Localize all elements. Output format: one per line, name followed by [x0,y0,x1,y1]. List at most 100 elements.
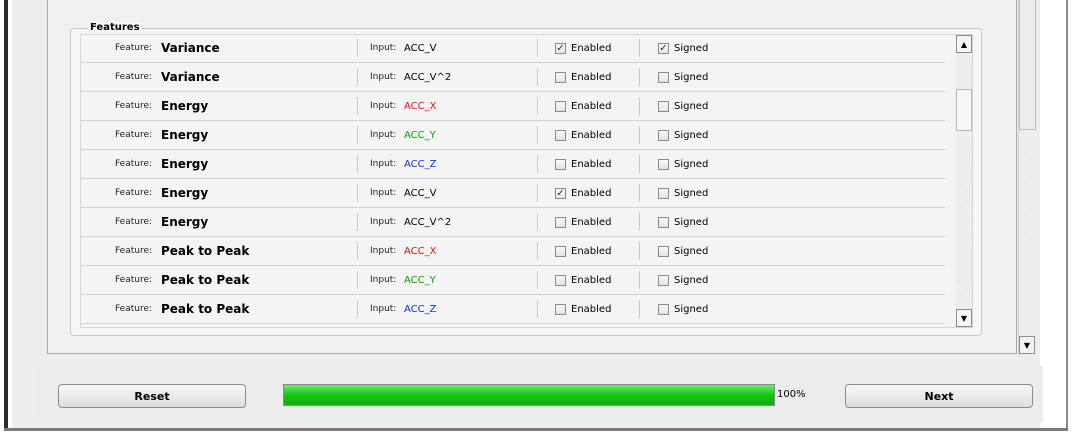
column-separator [357,97,358,115]
signed-checkbox[interactable]: Signed [658,121,708,149]
signed-checkbox[interactable]: Signed [658,179,708,207]
feature-prefix-label: Feature: [115,72,153,82]
column-separator [639,126,640,144]
enabled-checkbox[interactable]: Enabled [555,63,611,91]
signed-checkbox[interactable]: Signed [658,237,708,265]
signed-checkbox[interactable]: Signed [658,295,708,323]
checkbox-empty-icon[interactable] [555,158,566,170]
column-separator [357,126,358,144]
feature-prefix-label: Feature: [115,304,153,314]
column-separator [537,213,538,231]
signed-checkbox[interactable]: Signed [658,208,708,236]
checkbox-empty-icon[interactable] [658,274,669,286]
signed-label: Signed [674,158,709,170]
checkbox-empty-icon[interactable] [555,245,566,257]
enabled-checkbox[interactable]: Enabled [555,208,611,236]
column-separator [537,300,538,318]
enabled-checkbox[interactable]: ✓ Enabled [555,179,611,207]
enabled-checkbox[interactable]: Enabled [555,121,611,149]
column-separator [639,97,640,115]
column-separator [639,184,640,202]
checkbox-empty-icon[interactable] [555,303,566,315]
feature-input: ACC_V [404,42,437,54]
checkbox-empty-icon[interactable] [658,187,669,199]
column-separator [357,39,358,57]
checkbox-empty-icon[interactable] [555,129,566,141]
feature-prefix-label: Feature: [115,246,153,256]
column-separator [537,242,538,260]
signed-label: Signed [674,274,709,286]
features-list-scrollbar[interactable]: ▲ ▼ [956,35,972,327]
signed-label: Signed [674,100,709,112]
feature-prefix-label: Feature: [115,43,153,53]
feature-name: Energy [161,186,209,200]
progress-percent: 100% [777,389,806,400]
checkbox-empty-icon[interactable] [555,216,566,228]
feature-input: ACC_V [404,187,437,199]
reset-button[interactable]: Reset [58,384,246,408]
feature-input: ACC_X [404,100,437,112]
feature-name: Energy [161,215,209,229]
window-right-edge [1066,0,1068,430]
checkbox-empty-icon[interactable] [658,216,669,228]
column-separator [639,39,640,57]
checkmark-icon[interactable]: ✓ [555,42,566,54]
scroll-up-arrow-icon[interactable]: ▲ [956,35,972,53]
checkbox-empty-icon[interactable] [555,100,566,112]
enabled-checkbox[interactable]: Enabled [555,150,611,178]
feature-name: Energy [161,157,209,171]
scroll-down-arrow-icon[interactable]: ▼ [956,309,972,327]
feature-row: Feature: Energy Input: ACC_X Enabled Signed [81,92,945,121]
feature-input: ACC_Z [404,158,437,170]
column-separator [639,68,640,86]
enabled-checkbox[interactable]: Enabled [555,295,611,323]
checkbox-empty-icon[interactable] [555,274,566,286]
feature-name: Peak to Peak [161,273,250,287]
column-separator [537,39,538,57]
column-separator [357,155,358,173]
checkmark-icon[interactable]: ✓ [555,187,566,199]
outer-scroll-down-icon[interactable]: ▼ [1019,336,1035,354]
column-separator [639,155,640,173]
column-separator [537,68,538,86]
feature-input: ACC_V^2 [404,71,452,83]
feature-row: Feature: Variance Input: ACC_V ✓ Enabled ✓ Sign… [81,35,945,63]
features-scrollbar-thumb[interactable] [956,89,972,131]
signed-label: Signed [674,187,709,199]
signed-checkbox[interactable]: Signed [658,63,708,91]
checkbox-empty-icon[interactable] [555,71,566,83]
checkmark-icon[interactable]: ✓ [658,42,669,54]
enabled-checkbox[interactable]: Enabled [555,266,611,294]
signed-label: Signed [674,245,709,257]
enabled-label: Enabled [571,245,612,257]
checkbox-empty-icon[interactable] [658,71,669,83]
enabled-checkbox[interactable]: ✓ Enabled [555,35,611,62]
signed-checkbox[interactable]: Signed [658,92,708,120]
next-button[interactable]: Next [845,384,1033,408]
checkbox-empty-icon[interactable] [658,158,669,170]
feature-row: Feature: Energy Input: ACC_V ✓ Enabled Signed [81,179,945,208]
feature-name: Energy [161,99,209,113]
signed-checkbox[interactable]: Signed [658,266,708,294]
feature-name: Variance [161,70,220,84]
input-prefix-label: Input: [370,246,397,256]
window-bottom-edge [4,428,1068,431]
feature-prefix-label: Feature: [115,275,153,285]
enabled-label: Enabled [571,129,612,141]
column-separator [357,68,358,86]
enabled-checkbox[interactable]: Enabled [555,237,611,265]
checkbox-empty-icon[interactable] [658,100,669,112]
outer-vertical-scrollbar[interactable] [1018,0,1037,356]
signed-checkbox[interactable]: ✓ Signed [658,35,709,62]
outer-scrollbar-thumb[interactable] [1019,0,1036,130]
checkbox-empty-icon[interactable] [658,129,669,141]
signed-label: Signed [674,42,709,54]
enabled-checkbox[interactable]: Enabled [555,92,611,120]
feature-name: Peak to Peak [161,244,250,258]
checkbox-empty-icon[interactable] [658,303,669,315]
input-prefix-label: Input: [370,304,397,314]
input-prefix-label: Input: [370,159,397,169]
column-separator [639,300,640,318]
checkbox-empty-icon[interactable] [658,245,669,257]
signed-checkbox[interactable]: Signed [658,150,708,178]
